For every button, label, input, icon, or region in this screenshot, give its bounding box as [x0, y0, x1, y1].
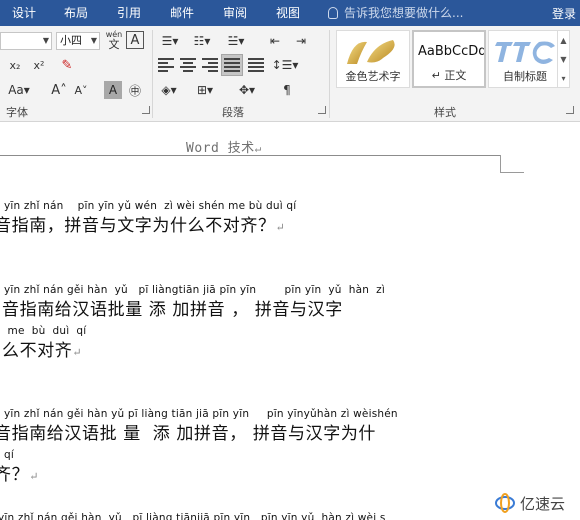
character-border-button[interactable]: A: [126, 31, 144, 49]
character-shading-button[interactable]: A: [104, 81, 122, 99]
bullets-button[interactable]: ☰▾: [158, 32, 182, 50]
ribbon: ▼ 小四 ▼ wén 文 A x₂ x² ✎ Aa▾ A˄ A˅ A ㊥ 字体 ☰▾…: [0, 26, 580, 122]
distributed-align-icon[interactable]: [248, 58, 264, 72]
borders-button[interactable]: ⊞▾: [192, 80, 218, 100]
change-case-button[interactable]: Aa▾: [4, 80, 34, 100]
document-page[interactable]: Word 技术↵ yīn zhǐ nán pīn yīn yǔ wén zì w…: [0, 122, 580, 520]
group-label-styles: 样式: [434, 106, 456, 119]
text-content: 音指南，拼音与文字为什么不对齐？: [0, 216, 276, 236]
sort-button[interactable]: ✥▾: [234, 80, 260, 100]
gold-art-preview-icon: [347, 40, 395, 64]
custom-heading-preview-icon: [495, 41, 555, 64]
paragraph-dialog-launcher-icon[interactable]: [318, 106, 326, 114]
more-styles-icon[interactable]: ▾: [558, 69, 569, 88]
tab-view[interactable]: 视图: [276, 5, 300, 21]
style-item-gold-art[interactable]: 金色艺术字: [336, 30, 410, 88]
group-label-font: 字体: [6, 106, 28, 119]
watermark-logo-icon: [495, 493, 515, 513]
lightbulb-icon: [328, 7, 338, 19]
tab-references[interactable]: 引用: [117, 5, 141, 21]
header-text: Word 技术: [186, 141, 255, 156]
paragraph-mark: ↵: [29, 470, 40, 483]
watermark: 亿速云: [488, 486, 580, 520]
shading-button[interactable]: ◈▾: [156, 80, 182, 100]
style-label: ↵ 正文: [431, 69, 467, 82]
justify-button[interactable]: [221, 54, 243, 76]
styles-dialog-launcher-icon[interactable]: [566, 106, 574, 114]
tell-me-text: 告诉我您想要做什么...: [344, 6, 464, 20]
justify-icon: [224, 58, 240, 72]
margin-corner-mark: [500, 155, 501, 173]
font-size-value: 小四: [60, 34, 82, 47]
multilevel-list-button[interactable]: ☱▾: [224, 32, 248, 50]
enclose-characters-button[interactable]: ㊥: [126, 81, 144, 99]
tab-layout[interactable]: 布局: [64, 5, 88, 21]
align-right-icon[interactable]: [202, 58, 218, 72]
text-line: 齐？↵: [0, 460, 39, 485]
chevron-down-icon: ▼: [90, 36, 97, 45]
font-name-input[interactable]: ▼: [0, 32, 52, 50]
chevron-up-icon[interactable]: ▲: [558, 31, 569, 50]
group-separator: [152, 30, 153, 118]
chevron-down-icon[interactable]: ▼: [558, 50, 569, 69]
group-separator: [329, 30, 330, 118]
tell-me-box[interactable]: 告诉我您想要做什么...: [328, 5, 463, 21]
group-label-paragraph: 段落: [222, 106, 244, 119]
line-spacing-button[interactable]: ↕☰▾: [272, 55, 299, 75]
subscript-button[interactable]: x₂: [4, 56, 26, 74]
show-marks-button[interactable]: ¶: [276, 80, 298, 100]
numbering-button[interactable]: ☷▾: [190, 32, 214, 50]
text-content: 么不对齐: [2, 341, 73, 361]
tab-review[interactable]: 审阅: [223, 5, 247, 21]
superscript-button[interactable]: x²: [28, 56, 50, 74]
text-content: 齐？: [0, 465, 30, 485]
gallery-scroll[interactable]: ▲ ▼ ▾: [557, 30, 570, 88]
pinyin-line: yīn zhǐ nán gěi hàn yǔ pī liàng tiānjiā …: [0, 512, 386, 520]
paragraph-mark: ↵: [72, 346, 83, 359]
style-label: 自制标题: [503, 70, 547, 83]
grow-font-button[interactable]: A˄: [50, 80, 68, 100]
text-line: 音指南给汉语批量 添 加拼音 ， 拼音与汉字: [2, 300, 343, 320]
decrease-indent-button[interactable]: ⇤: [264, 32, 286, 50]
tab-mailings[interactable]: 邮件: [170, 5, 194, 21]
phonetic-char-icon: 文: [108, 38, 120, 51]
style-label: 金色艺术字: [345, 70, 401, 83]
header-rule: [0, 155, 500, 156]
text-line: 音指南，拼音与文字为什么不对齐？↵: [0, 211, 285, 236]
margin-corner-mark: [500, 172, 524, 173]
style-preview-text: AaBbCcDd: [418, 44, 484, 59]
tab-design[interactable]: 设计: [12, 5, 36, 21]
style-item-custom-heading[interactable]: 自制标题: [488, 30, 562, 88]
menu-bar: 设计 布局 引用 邮件 审阅 视图 告诉我您想要做什么... 登录: [0, 0, 580, 26]
page-header: Word 技术↵: [186, 137, 262, 156]
shrink-font-button[interactable]: A˅: [72, 80, 90, 100]
login-button[interactable]: 登录: [552, 5, 576, 22]
styles-gallery: 金色艺术字 AaBbCcDd ↵ 正文 自制标题: [334, 30, 570, 88]
clear-formatting-icon[interactable]: ✎: [56, 55, 78, 75]
phonetic-guide-button[interactable]: wén 文: [104, 30, 124, 52]
align-left-icon[interactable]: [158, 58, 174, 72]
paragraph-mark: ↵: [254, 142, 262, 155]
style-item-normal[interactable]: AaBbCcDd ↵ 正文: [412, 30, 486, 88]
font-dialog-launcher-icon[interactable]: [142, 106, 150, 114]
font-size-input[interactable]: 小四 ▼: [56, 32, 100, 50]
chevron-down-icon: ▼: [42, 36, 49, 45]
text-line: 么不对齐↵: [2, 336, 82, 361]
increase-indent-button[interactable]: ⇥: [290, 32, 312, 50]
align-center-icon[interactable]: [180, 58, 196, 72]
text-line: 音指南给汉语批 量 添 加拼音， 拼音与汉字为什: [0, 424, 377, 444]
paragraph-mark: ↵: [275, 221, 286, 234]
watermark-text: 亿速云: [520, 495, 566, 513]
